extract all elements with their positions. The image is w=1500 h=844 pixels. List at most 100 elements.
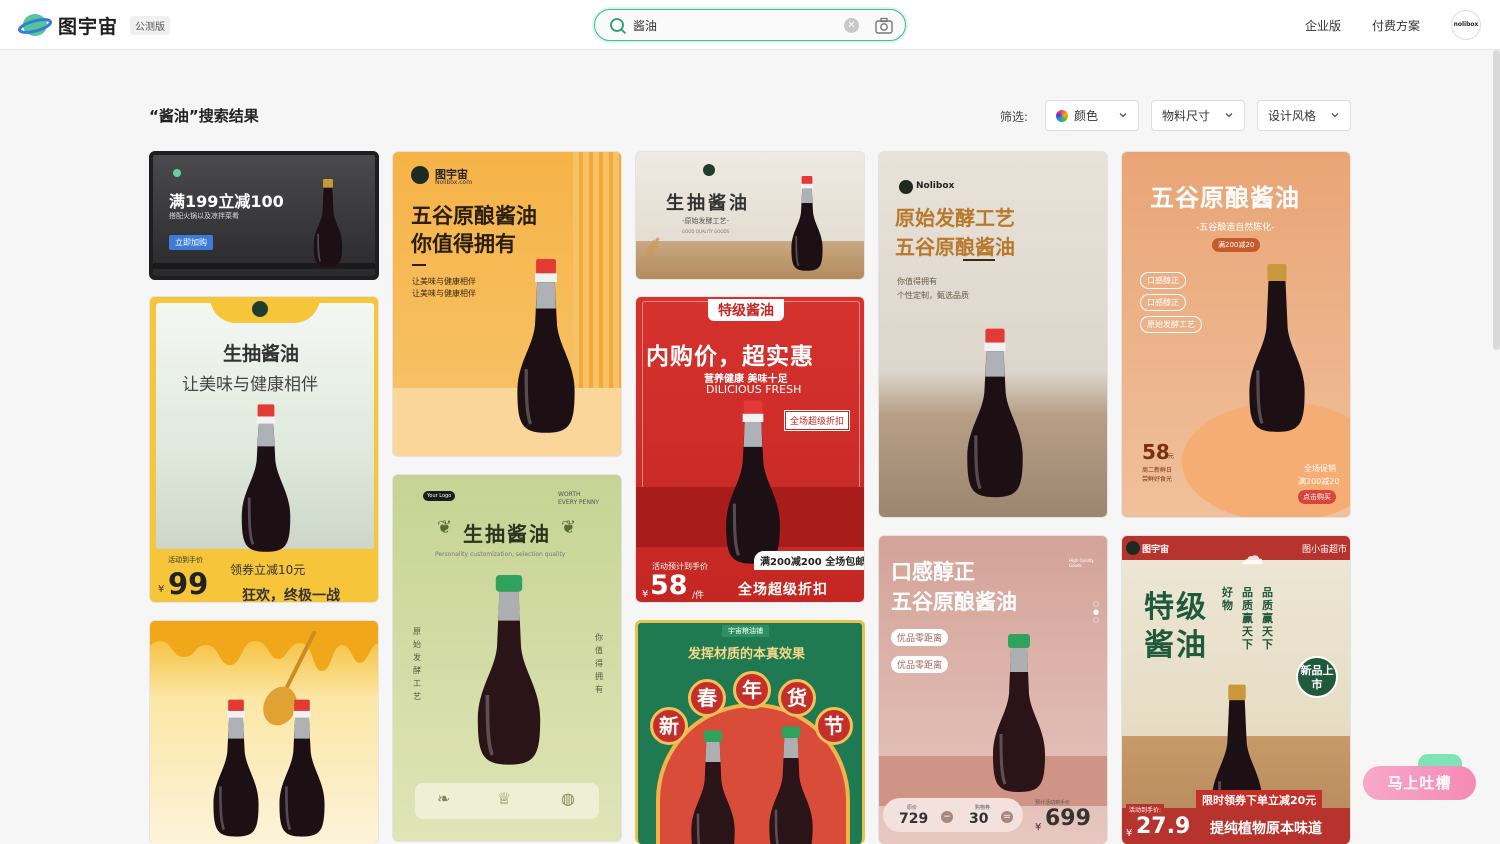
festival-char: 春 xyxy=(688,679,726,717)
filter-color[interactable]: 颜色 xyxy=(1045,100,1139,131)
discount-tag: 全场超级折扣 xyxy=(783,410,851,431)
price-unit: /件 xyxy=(692,591,705,601)
card-subtitle-2: DILICIOUS FRESH xyxy=(706,383,802,396)
card-title-2: 五谷原酿酱油 xyxy=(895,235,1015,259)
card-title: 原始发酵工艺 xyxy=(895,206,1015,230)
card-title: 五谷原酿酱油 xyxy=(1150,184,1300,212)
vertical-text: 原始发酵工艺 xyxy=(413,627,421,701)
price: 99 xyxy=(168,567,209,601)
brand-logo-icon xyxy=(252,301,268,317)
shelf xyxy=(153,263,375,269)
template-card[interactable]: 宇宙粮油铺 发挥材质的本真效果 新 春 年 货 节 xyxy=(635,620,865,844)
promo-pill: 满200减20 xyxy=(1212,238,1261,252)
brand-url: Nolibox.com xyxy=(435,179,473,186)
search-bar: ✕ xyxy=(594,9,906,41)
brand-name: 图宇宙 xyxy=(1142,545,1170,555)
chevron-down-icon xyxy=(1331,113,1339,118)
note: 周二新鲜日 xyxy=(1142,467,1173,474)
camera-icon[interactable] xyxy=(875,17,893,34)
bottle-icon xyxy=(473,571,545,771)
corner-text: EVERY PENNY xyxy=(558,499,600,506)
template-card[interactable]: 口感醇正 五谷原酿酱油 High Quality Goods 优品零距离 优品零… xyxy=(878,535,1108,844)
logo[interactable]: 图宇宙 公测版 xyxy=(18,11,171,39)
nav-enterprise[interactable]: 企业版 xyxy=(1305,17,1341,34)
corner-text: High Quality Goods xyxy=(1069,558,1094,568)
chevron-down-icon xyxy=(1119,113,1127,118)
bottle-icon xyxy=(276,693,328,844)
card-title-2: 酱油 xyxy=(1144,628,1208,663)
coupon-value: 30 xyxy=(969,811,989,827)
filter-style[interactable]: 设计风格 xyxy=(1257,100,1351,131)
feedback-button[interactable]: 马上吐槽 xyxy=(1363,766,1476,800)
card-title: 生抽酱油 xyxy=(666,193,750,214)
brand-logo-icon xyxy=(703,164,715,176)
template-card[interactable]: 特级酱油 内购价，超实惠 营养健康 美味十足 DILICIOUS FRESH 全… xyxy=(635,296,865,603)
card-title-2: 五谷原酿酱油 xyxy=(891,590,1017,614)
top-bar: 图宇宙 公测版 ✕ 企业版 付费方案 nolibox xyxy=(0,0,1500,50)
card-title: 满199立减100 xyxy=(169,192,284,211)
promo-strip: 限时领券下单立减20元 xyxy=(1196,790,1323,810)
slogan: 提纯植物原本味道 xyxy=(1210,821,1322,837)
template-card[interactable] xyxy=(149,620,379,844)
vertical-text: 好物 xyxy=(1222,586,1233,612)
logo-badge: Your Logo xyxy=(423,491,456,501)
currency: ¥ xyxy=(642,589,649,600)
feature-tag: 原始发酵工艺 xyxy=(1140,316,1202,333)
laurel-right-icon: ❦ xyxy=(561,517,577,538)
price: 58 xyxy=(650,570,688,601)
card-subtitle: Personality customization, selection qua… xyxy=(435,551,566,558)
floor xyxy=(393,388,621,456)
slogan: 狂欢，终极一战 xyxy=(242,588,340,603)
template-card[interactable]: 生抽酱油 让美味与健康相伴 活动到手价 ¥ 99 领券立减10元 狂欢，终极一战 xyxy=(149,296,379,603)
card-subtitle: -五谷酿造自然陈化- xyxy=(1196,223,1275,233)
price: 729 xyxy=(899,811,929,827)
festival-char: 货 xyxy=(778,679,816,717)
card-title: 发挥材质的本真效果 xyxy=(688,647,806,662)
feature-tag: 优品零距离 xyxy=(891,629,949,646)
bottom-slogan: 全场超级折扣 xyxy=(738,582,828,598)
leaf-icon: ❧ xyxy=(437,789,451,808)
filter-style-label: 设计风格 xyxy=(1268,109,1317,123)
template-card[interactable]: Your Logo WORTH EVERY PENNY ❦ 生抽酱油 ❦ Per… xyxy=(392,474,622,842)
feature-tag: 口感醇正 xyxy=(1140,294,1186,311)
card-title: 生抽酱油 xyxy=(463,522,551,546)
template-card[interactable]: 五谷原酿酱油 -五谷酿造自然陈化- 满200减20 口感醇正 口感醇正 原始发酵… xyxy=(1121,151,1351,518)
vertical-text: 品质赢天下 xyxy=(1262,586,1273,651)
bottle-icon xyxy=(789,172,825,276)
filter-size-label: 物料尺寸 xyxy=(1162,109,1211,123)
card-title-2: 你值得拥有 xyxy=(411,232,516,256)
laurel-left-icon: ❦ xyxy=(437,517,453,538)
banner: 特级酱油 xyxy=(708,299,784,321)
bottle-icon xyxy=(311,179,345,267)
feature-tag: 口感醇正 xyxy=(1140,272,1186,289)
search-input[interactable] xyxy=(633,16,833,34)
feature-tag: 优品零距离 xyxy=(891,656,949,673)
template-card[interactable]: 图宇宙 图小宙超市 ☁ 特级 酱油 好物 品质赢天下 品质赢天下 新品上市 限时… xyxy=(1121,535,1351,844)
new-badge: 新品上市 xyxy=(1296,656,1338,698)
card-line: 让美味与健康相伴 xyxy=(412,289,476,298)
bottle-icon xyxy=(963,324,1027,504)
template-card[interactable]: 满199立减100 搭配火锅以及凉拌菜肴 立即加购 xyxy=(149,151,379,280)
color-wheel-icon xyxy=(1056,109,1068,122)
search-icon[interactable] xyxy=(609,17,627,35)
bottle-icon xyxy=(722,397,784,569)
filter-size[interactable]: 物料尺寸 xyxy=(1151,100,1245,131)
promo-text: 满200减200 全场包邮 xyxy=(754,551,864,570)
template-card[interactable]: 生抽酱油 -原始发酵工艺- GOOD QUALITY GOODS ⸙ xyxy=(635,151,865,280)
scrollbar[interactable] xyxy=(1493,50,1500,350)
template-card[interactable]: 图宇宙 Nolibox.com 五谷原酿酱油 你值得拥有 让美味与健康相伴 让美… xyxy=(392,151,622,457)
nav-pricing[interactable]: 付费方案 xyxy=(1372,17,1420,34)
coupon-label: 购物券 xyxy=(975,805,991,811)
avatar[interactable]: nolibox xyxy=(1451,10,1481,40)
dots-indicator: ○ ● ○ xyxy=(1093,600,1100,624)
brand-dot xyxy=(173,169,181,177)
brand-logo-icon xyxy=(899,180,913,194)
coupon-text: 领券立减10元 xyxy=(230,563,306,577)
card-title: 内购价，超实惠 xyxy=(646,344,814,370)
template-card[interactable]: Nolibox 原始发酵工艺 五谷原酿酱油 你值得拥有 个性定制，甄选品质 xyxy=(878,151,1108,518)
vertical-text: 你值得拥有 xyxy=(595,633,603,694)
clear-icon[interactable]: ✕ xyxy=(844,18,859,33)
card-title: 口感醇正 xyxy=(891,560,975,584)
minus-icon: − xyxy=(941,811,953,823)
equals-icon: = xyxy=(1001,811,1013,823)
